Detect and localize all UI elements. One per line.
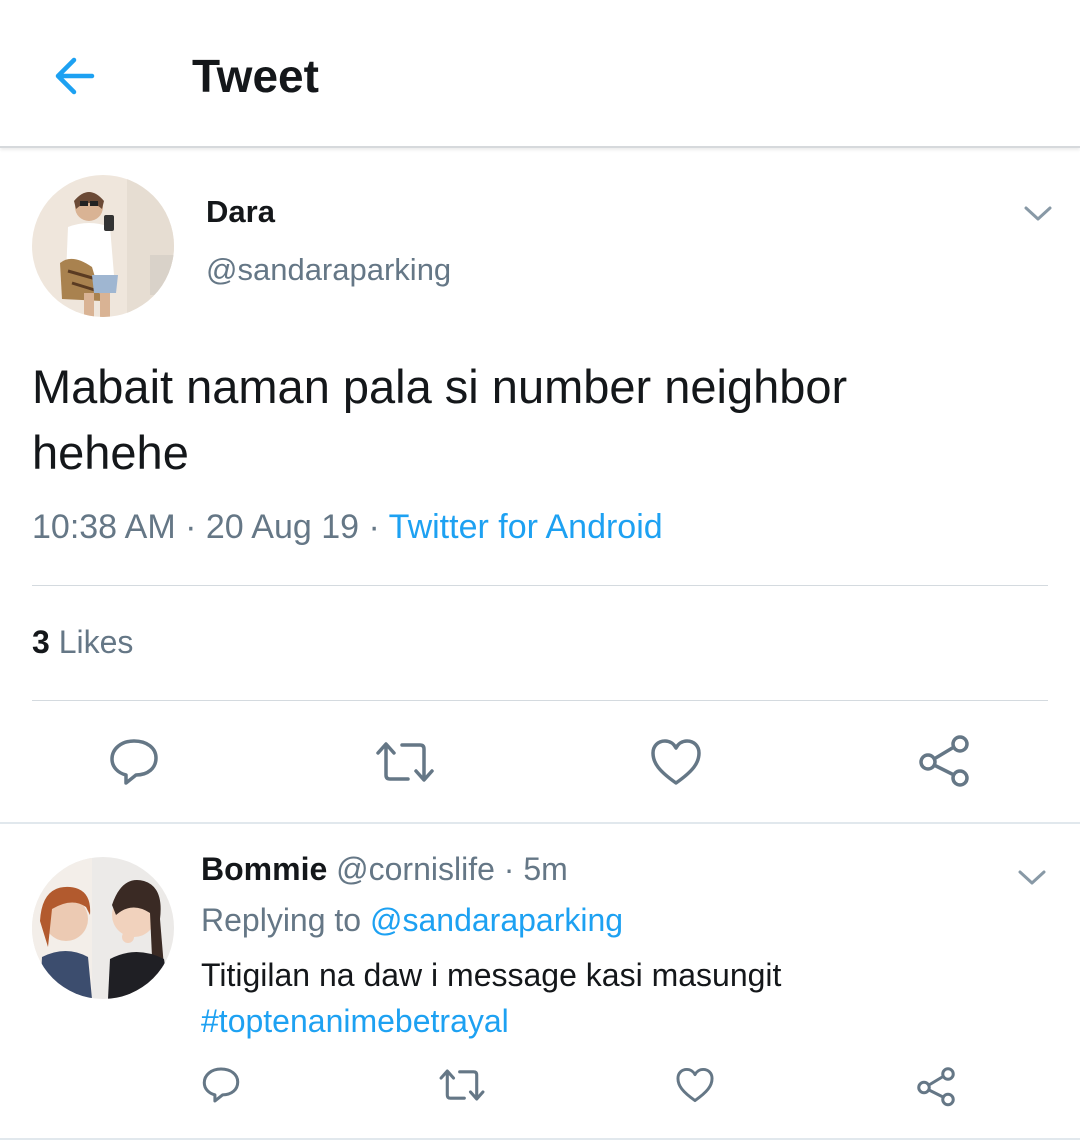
reply-icon <box>202 1067 240 1103</box>
avatar[interactable] <box>32 857 174 999</box>
tweet-text-line: hehehe <box>32 426 189 479</box>
meta-separator: · <box>503 851 515 887</box>
likes-summary[interactable]: 3 Likes <box>32 624 133 661</box>
reply-time: 5m <box>523 851 568 887</box>
replying-to: Replying to @sandaraparking <box>201 902 623 939</box>
share-button[interactable] <box>914 730 974 790</box>
author-handle[interactable]: @sandaraparking <box>206 252 451 288</box>
retweet-button[interactable] <box>436 1062 488 1108</box>
tweet-menu-button[interactable] <box>1018 194 1058 234</box>
reply-text-line: Titigilan na daw i message kasi masungit <box>201 957 782 993</box>
share-icon <box>917 1067 955 1107</box>
reply-icon <box>110 739 158 785</box>
top-app-bar: Tweet <box>0 0 1080 148</box>
divider <box>32 585 1048 586</box>
page-title: Tweet <box>192 50 319 102</box>
divider <box>0 822 1080 824</box>
tweet-text-line: Mabait naman pala si number neighbor <box>32 360 848 413</box>
reply-author-name[interactable]: Bommie <box>201 851 327 887</box>
tweet-source-link[interactable]: Twitter for Android <box>389 508 663 546</box>
divider <box>32 700 1048 701</box>
divider <box>0 1138 1080 1140</box>
chevron-down-icon <box>1024 206 1052 221</box>
tweet-date: 20 Aug 19 <box>205 508 360 546</box>
reply-menu-button[interactable] <box>1012 858 1052 898</box>
meta-separator: · <box>368 508 380 546</box>
like-button[interactable] <box>646 734 706 790</box>
reply-text: Titigilan na daw i message kasi masungit… <box>201 952 1001 1044</box>
like-icon <box>676 1067 714 1103</box>
reply-button[interactable] <box>104 734 164 790</box>
like-icon <box>651 739 701 785</box>
share-icon <box>919 735 969 787</box>
author-name[interactable]: Dara <box>206 194 275 230</box>
hashtag-link[interactable]: #toptenanimebetrayal <box>201 998 1001 1044</box>
meta-separator: · <box>185 508 197 546</box>
tweet-meta: 10:38 AM · 20 Aug 19 · Twitter for Andro… <box>32 508 663 547</box>
likes-count: 3 <box>32 624 50 660</box>
replying-prefix: Replying to <box>201 902 362 938</box>
back-button[interactable] <box>46 48 102 104</box>
reply-author-handle[interactable]: @cornislife <box>336 851 495 887</box>
avatar[interactable] <box>32 175 174 317</box>
mention-link[interactable]: @sandaraparking <box>370 902 623 938</box>
arrow-left-icon <box>55 57 95 95</box>
tweet-time: 10:38 AM <box>32 508 176 546</box>
chevron-down-icon <box>1018 870 1046 885</box>
reply-button[interactable] <box>198 1062 244 1108</box>
share-button[interactable] <box>912 1062 960 1110</box>
reply-header: Bommie @cornislife · 5m <box>201 851 568 888</box>
retweet-button[interactable] <box>372 734 438 790</box>
retweet-icon <box>439 1069 485 1101</box>
likes-label: Likes <box>58 624 134 660</box>
retweet-icon <box>376 742 434 782</box>
tweet-text: Mabait naman pala si number neighbor heh… <box>32 354 1042 486</box>
like-button[interactable] <box>672 1062 718 1108</box>
